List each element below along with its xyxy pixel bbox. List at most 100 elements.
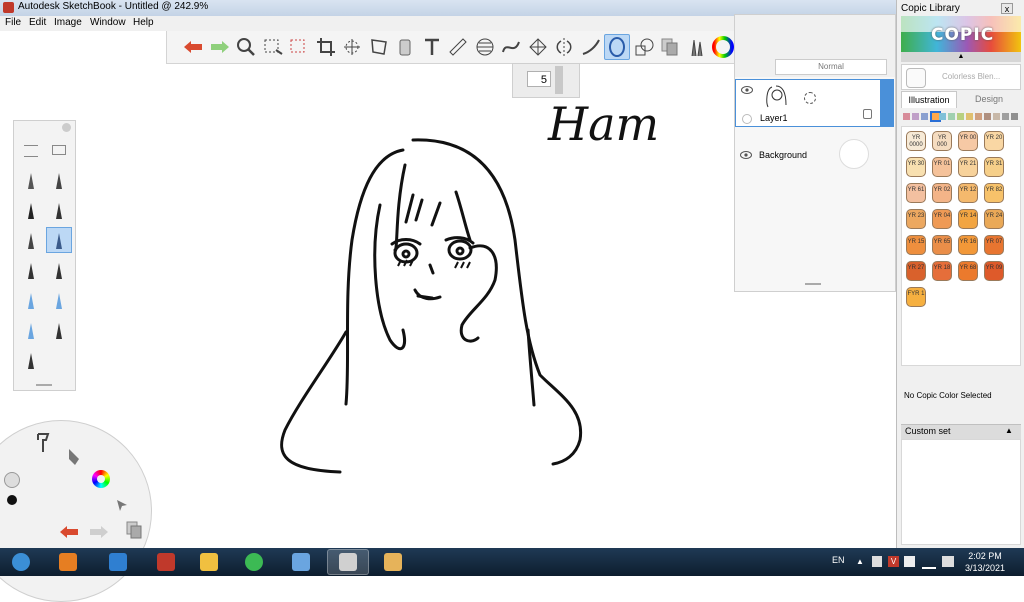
color-wheel-icon[interactable] (710, 34, 736, 60)
copic-swatch[interactable]: FYR 1 (906, 287, 926, 307)
redo-arrow-icon[interactable] (207, 34, 233, 60)
technical-pen-brush-icon[interactable] (46, 167, 72, 193)
copic-swatch[interactable]: YR 07 (984, 235, 1004, 255)
copic-swatch[interactable]: YR 24 (984, 209, 1004, 229)
eye-icon[interactable] (740, 151, 752, 159)
ellipse-guide-icon[interactable] (472, 34, 498, 60)
chevron-up-icon[interactable]: ▲ (901, 52, 1021, 62)
copic-swatch[interactable]: YR 12 (958, 183, 978, 203)
undo-arrow-icon[interactable] (180, 34, 206, 60)
water-drop-brush-icon[interactable] (46, 287, 72, 313)
copy-layer-icon[interactable] (657, 34, 683, 60)
custom-set-header[interactable]: Custom set ▲ (901, 424, 1021, 439)
close-icon[interactable]: x (1001, 3, 1013, 14)
background-color-swatch[interactable] (839, 139, 869, 169)
fill-brush-icon[interactable] (65, 446, 83, 468)
copic-swatch[interactable]: YR 000 (932, 131, 952, 151)
text-icon[interactable] (419, 34, 445, 60)
copic-swatch[interactable]: YR 27 (906, 261, 926, 281)
brush-library-icon[interactable] (52, 145, 66, 155)
rect-select-plus-icon[interactable] (286, 34, 312, 60)
eraser-brush-icon[interactable] (46, 317, 72, 343)
ellipse-icon[interactable] (604, 34, 630, 60)
redo-arrow-icon[interactable] (88, 523, 110, 541)
blend-mode-select[interactable]: Normal (775, 59, 887, 75)
brush-puck-icon[interactable] (4, 472, 20, 488)
file-explorer-taskbar-icon[interactable] (188, 549, 230, 575)
brush-size-field[interactable]: 5 (527, 71, 551, 87)
color-wheel-icon[interactable] (92, 470, 110, 488)
tools-icon[interactable] (34, 432, 52, 454)
copy-icon[interactable] (125, 520, 143, 540)
color-family-chip[interactable] (948, 113, 955, 120)
close-icon[interactable] (62, 123, 71, 132)
tab-illustration[interactable]: Illustration (901, 91, 957, 108)
start-taskbar-icon[interactable] (3, 549, 39, 575)
language-indicator[interactable]: EN (832, 555, 845, 565)
brushes-icon[interactable] (684, 34, 710, 60)
distort-icon[interactable] (366, 34, 392, 60)
copic-swatch[interactable]: YR 09 (984, 261, 1004, 281)
ruler-icon[interactable] (445, 34, 471, 60)
calligraphy-brush-icon[interactable] (46, 257, 72, 283)
paint-tools-taskbar-icon[interactable] (145, 549, 187, 575)
copic-swatch[interactable]: YR 82 (984, 183, 1004, 203)
copic-swatch[interactable]: YR 14 (958, 209, 978, 229)
copic-swatch[interactable]: YR 30 (906, 157, 926, 177)
copic-swatch[interactable]: YR 23 (906, 209, 926, 229)
copic-swatch[interactable]: YR 15 (906, 235, 926, 255)
magnifier-icon[interactable] (233, 34, 259, 60)
copic-swatch[interactable]: YR 68 (958, 261, 978, 281)
select-arrow-icon[interactable] (115, 498, 129, 512)
copic-swatch[interactable]: YR 21 (958, 157, 978, 177)
paint-taskbar-icon[interactable] (372, 549, 414, 575)
rect-select-icon[interactable] (260, 34, 286, 60)
color-family-chip[interactable] (984, 113, 991, 120)
tray-v-icon[interactable]: V (888, 556, 899, 567)
copic-swatch[interactable]: YR 61 (906, 183, 926, 203)
copic-swatch[interactable]: YR 0000 (906, 131, 926, 151)
copic-swatch[interactable]: YR 16 (958, 235, 978, 255)
copic-swatch[interactable]: YR 65 (932, 235, 952, 255)
bucket-icon[interactable] (392, 34, 418, 60)
media-player-taskbar-icon[interactable] (47, 549, 89, 575)
lock-icon[interactable] (863, 109, 872, 119)
sketchbook-taskbar-icon[interactable] (327, 549, 369, 575)
color-family-chip[interactable] (912, 113, 919, 120)
copic-swatch[interactable]: YR 04 (932, 209, 952, 229)
tray-flag-icon[interactable] (904, 556, 915, 567)
ink-pen-brush-icon[interactable] (18, 227, 44, 253)
panel-grip[interactable] (805, 283, 821, 285)
signal-icon[interactable] (922, 558, 936, 569)
color-family-chip[interactable] (1002, 113, 1009, 120)
copic-swatch[interactable]: YR 31 (984, 157, 1004, 177)
marker-brush-icon[interactable] (18, 197, 44, 223)
chrome-taskbar-icon[interactable] (233, 549, 275, 575)
tray-app-icon[interactable] (872, 556, 882, 567)
color-family-chip[interactable] (957, 113, 964, 120)
brush-size-control[interactable]: 5 (512, 63, 580, 98)
copic-swatch[interactable]: YR 02 (932, 183, 952, 203)
airbrush-triangle-icon[interactable] (18, 287, 44, 313)
pencil-brush-icon[interactable] (18, 167, 44, 193)
tray-expand-icon[interactable]: ▲ (856, 557, 864, 566)
copic-swatch[interactable]: YR 20 (984, 131, 1004, 151)
colorless-blender-swatch[interactable]: Colorless Blen... (901, 64, 1021, 90)
shapes-icon[interactable] (631, 34, 657, 60)
color-family-chip[interactable] (993, 113, 1000, 120)
copic-swatch[interactable]: YR 18 (932, 261, 952, 281)
layer-row-background[interactable]: Background (735, 131, 893, 175)
layer-lock-dot[interactable] (742, 114, 752, 124)
smudge-brush-icon[interactable] (18, 317, 44, 343)
color-family-chip[interactable] (966, 113, 973, 120)
copic-swatch[interactable]: YR 00 (958, 131, 978, 151)
symmetry-icon[interactable] (551, 34, 577, 60)
internet-explorer-taskbar-icon[interactable] (97, 549, 139, 575)
tab-design[interactable]: Design (961, 91, 1017, 108)
layer-row-layer1[interactable]: Layer1 (735, 79, 881, 127)
hard-eraser-brush-icon[interactable] (18, 347, 44, 373)
panel-grip[interactable] (36, 384, 52, 386)
stroke-icon[interactable] (578, 34, 604, 60)
eye-icon[interactable] (741, 86, 753, 94)
color-family-chip[interactable] (975, 113, 982, 120)
